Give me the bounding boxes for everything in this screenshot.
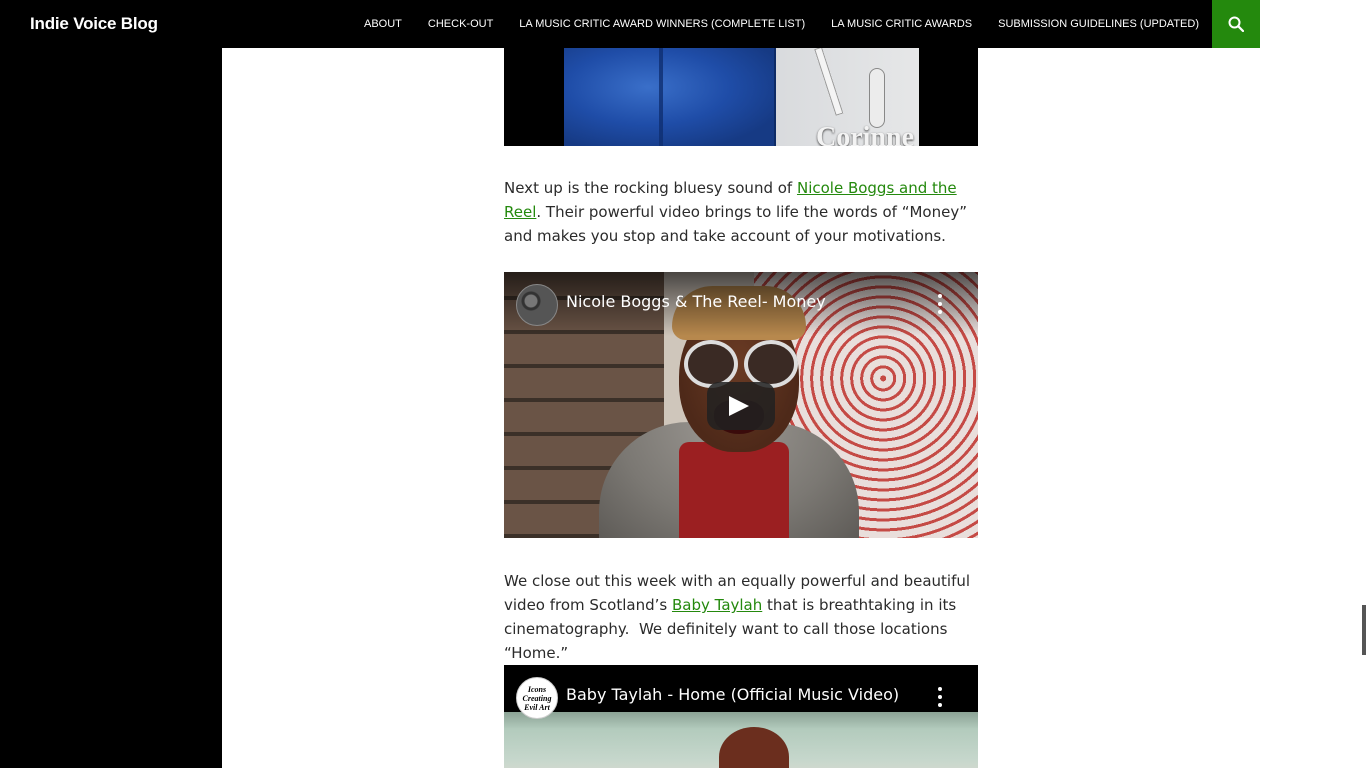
- video-title[interactable]: Nicole Boggs & The Reel- Money: [566, 292, 826, 311]
- nav-item-about[interactable]: ABOUT: [351, 0, 415, 48]
- channel-logo-text: Icons Creating Evil Art: [522, 685, 552, 712]
- site-title-link[interactable]: Indie Voice Blog: [30, 0, 158, 48]
- video-title[interactable]: Baby Taylah - Home (Official Music Video…: [566, 685, 899, 704]
- video-embed-money[interactable]: Nicole Boggs & The Reel- Money: [504, 272, 978, 538]
- hero-caption: Corinne: [816, 122, 914, 146]
- airplane-strut-graphic: [814, 48, 844, 116]
- link-baby-taylah[interactable]: Baby Taylah: [672, 596, 762, 614]
- play-button[interactable]: [707, 382, 775, 430]
- search-icon: [1228, 16, 1244, 32]
- scrollbar-thumb[interactable]: [1362, 605, 1366, 655]
- video-embed-home[interactable]: Icons Creating Evil Art Baby Taylah - Ho…: [504, 665, 978, 768]
- site-header: Indie Voice Blog ABOUT CHECK-OUT LA MUSI…: [0, 0, 1260, 48]
- left-sidebar: [0, 0, 222, 768]
- nav-item-submission-guidelines[interactable]: SUBMISSION GUIDELINES (UPDATED): [985, 0, 1212, 48]
- search-toggle-button[interactable]: [1212, 0, 1260, 48]
- channel-avatar[interactable]: Icons Creating Evil Art: [516, 677, 558, 719]
- blue-jacket-graphic: [564, 48, 776, 146]
- primary-navigation: ABOUT CHECK-OUT LA MUSIC CRITIC AWARD WI…: [351, 0, 1212, 48]
- more-vert-icon[interactable]: [938, 687, 942, 707]
- paragraph-text: . Their powerful video brings to life th…: [504, 203, 967, 245]
- paragraph-nicole-boggs: Next up is the rocking bluesy sound of N…: [504, 176, 978, 248]
- airplane-wheel-graphic: [869, 68, 885, 128]
- channel-avatar[interactable]: [516, 284, 558, 326]
- play-icon: [729, 396, 749, 416]
- nav-item-check-out[interactable]: CHECK-OUT: [415, 0, 506, 48]
- nav-item-award-winners[interactable]: LA MUSIC CRITIC AWARD WINNERS (COMPLETE …: [506, 0, 818, 48]
- nav-item-la-music-critic-awards[interactable]: LA MUSIC CRITIC AWARDS: [818, 0, 985, 48]
- hero-photo: Corinne: [564, 48, 919, 146]
- more-vert-icon[interactable]: [938, 294, 942, 314]
- featured-image: Corinne: [504, 48, 978, 146]
- paragraph-baby-taylah: We close out this week with an equally p…: [504, 569, 978, 665]
- paragraph-text: Next up is the rocking bluesy sound of: [504, 179, 797, 197]
